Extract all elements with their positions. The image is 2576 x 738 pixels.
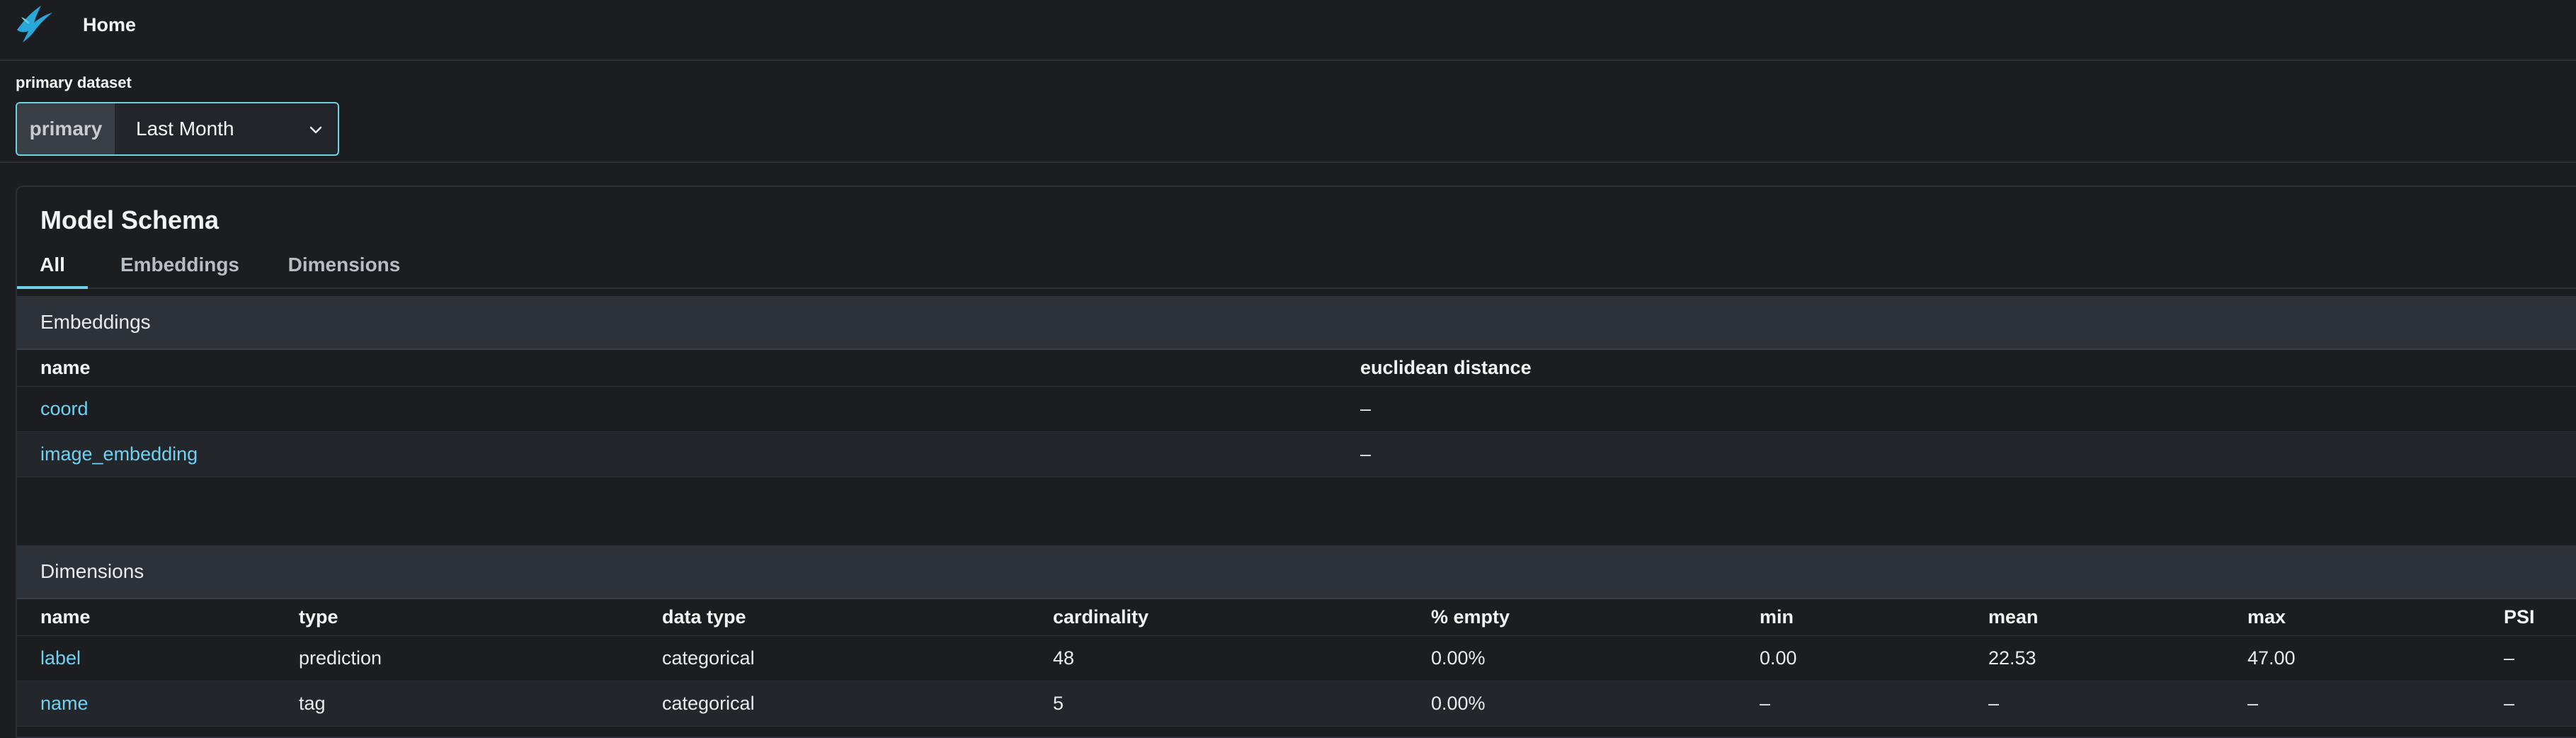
table-row: coord – [17, 387, 2576, 432]
chevron-down-icon [309, 126, 322, 134]
dimension-percent-empty: 0.00% [1431, 693, 1486, 714]
top-bar: Home [0, 0, 2576, 61]
dimension-min: – [1760, 693, 1771, 714]
column-header-name[interactable]: name [40, 350, 91, 386]
dimension-type: tag [299, 693, 326, 714]
embedding-link[interactable]: coord [40, 387, 89, 431]
bird-logo-icon[interactable] [13, 1, 55, 47]
column-header-percent-empty[interactable]: % empty [1431, 599, 1510, 635]
page-title[interactable]: Home [83, 14, 136, 36]
tab-dimensions[interactable]: Dimensions [273, 249, 415, 289]
dimension-mean: 22.53 [1988, 647, 2036, 669]
dimension-data-type: categorical [662, 693, 755, 714]
embeddings-table-header: name euclidean distance [17, 350, 2576, 387]
dimensions-table-header: name type data type cardinality % empty … [17, 599, 2576, 636]
column-header-max[interactable]: max [2247, 599, 2286, 635]
column-header-cardinality[interactable]: cardinality [1053, 599, 1149, 635]
dataset-selected-value: Last Month [136, 118, 234, 140]
dimension-max: – [2247, 693, 2259, 714]
column-header-name[interactable]: name [40, 599, 91, 635]
dimension-cardinality: 48 [1053, 647, 1075, 669]
dimension-data-type: categorical [662, 647, 755, 669]
dimension-max: 47.00 [2247, 647, 2296, 669]
dimension-psi: – [2504, 647, 2515, 669]
dimension-type: prediction [299, 647, 382, 669]
dimension-psi: – [2504, 693, 2515, 714]
dimension-mean: – [1988, 693, 2000, 714]
dataset-select[interactable]: Last Month [115, 103, 338, 154]
dataset-addon: primary [17, 103, 115, 154]
table-row: label prediction categorical 48 0.00% 0.… [17, 636, 2576, 681]
dimension-cardinality: 5 [1053, 693, 1064, 714]
column-header-min[interactable]: min [1760, 599, 1794, 635]
dimension-percent-empty: 0.00% [1431, 647, 1486, 669]
model-schema-panel: Model Schema All Embeddings Dimensions E… [16, 186, 2576, 738]
tab-all[interactable]: All [17, 249, 88, 289]
dimension-min: 0.00 [1760, 647, 1797, 669]
column-header-data-type[interactable]: data type [662, 599, 746, 635]
tab-embeddings[interactable]: Embeddings [109, 249, 251, 289]
euclidean-distance-value: – [1360, 443, 1372, 465]
column-header-type[interactable]: type [299, 599, 338, 635]
dimension-link[interactable]: name [40, 681, 89, 726]
dataset-label: primary dataset [16, 74, 132, 91]
table-row: name tag categorical 5 0.00% – – – – [17, 681, 2576, 727]
euclidean-distance-value: – [1360, 398, 1372, 419]
column-header-psi[interactable]: PSI [2504, 599, 2535, 635]
dimension-link[interactable]: label [40, 636, 81, 681]
table-row: image_embedding – [17, 432, 2576, 477]
dataset-strip: primary dataset primary Last Month [0, 62, 2576, 163]
dataset-picker[interactable]: primary Last Month [16, 102, 339, 156]
column-header-euclidean-distance[interactable]: euclidean distance [1360, 350, 1532, 386]
embeddings-section-header: Embeddings [17, 296, 2576, 350]
embedding-link[interactable]: image_embedding [40, 432, 198, 477]
tab-bar: All Embeddings Dimensions [17, 249, 2576, 289]
column-header-mean[interactable]: mean [1988, 599, 2039, 635]
dimensions-section-header: Dimensions [17, 545, 2576, 599]
panel-title: Model Schema [40, 205, 220, 234]
